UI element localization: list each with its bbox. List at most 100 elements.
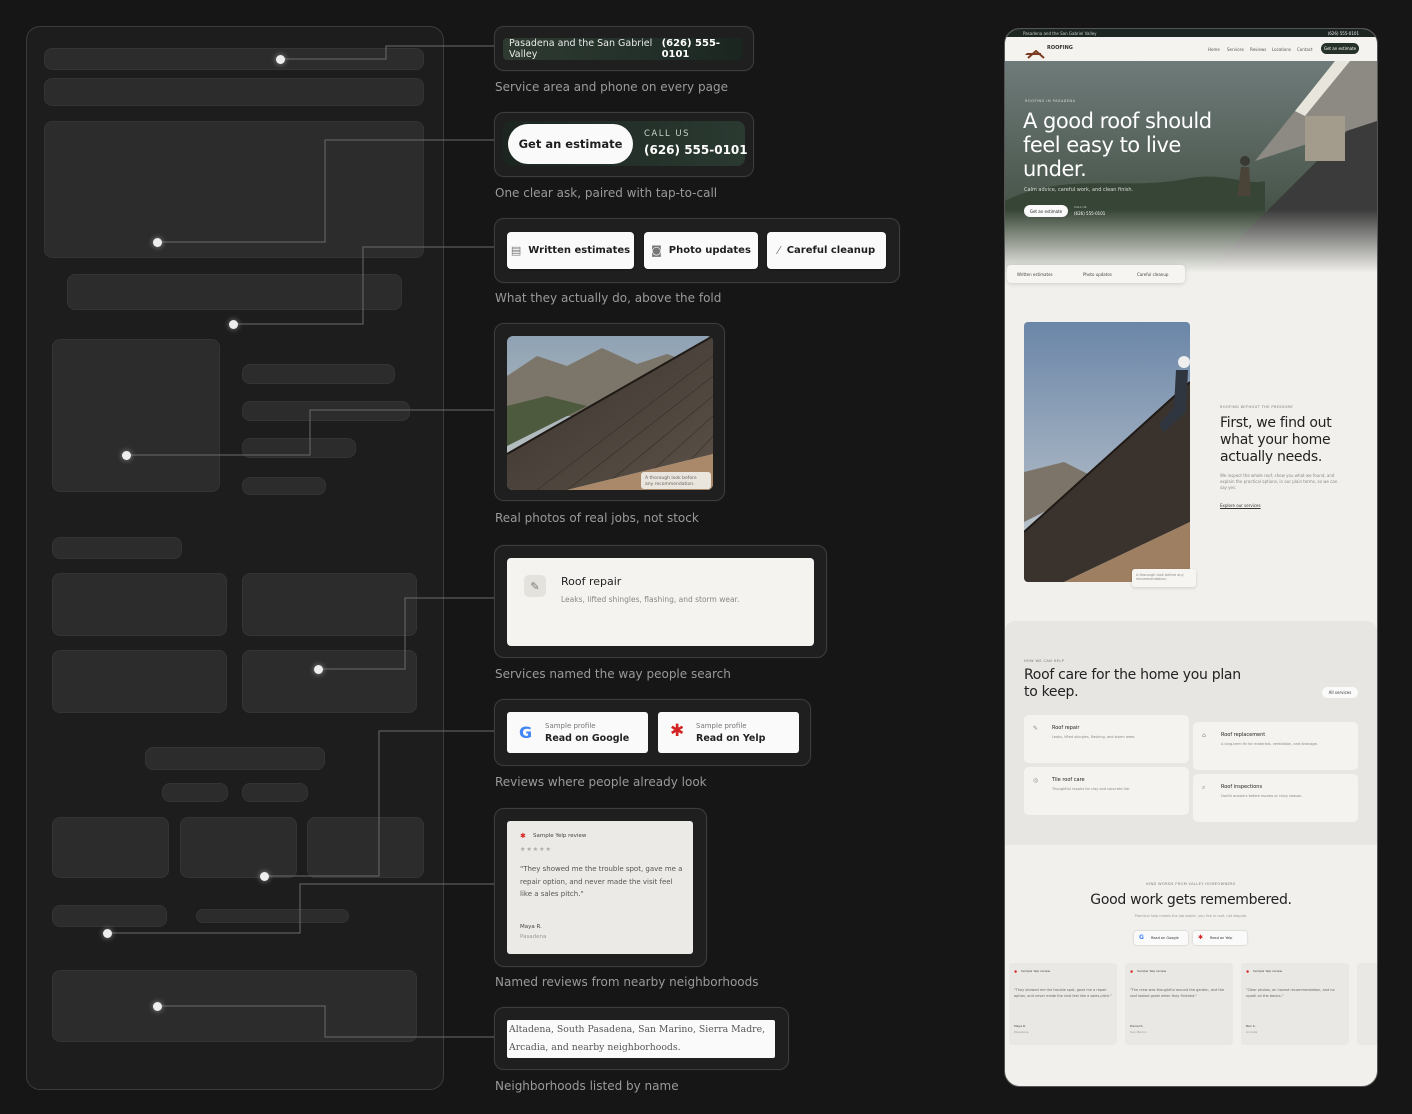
caption: Service area and phone on every page (495, 80, 728, 94)
camera-icon: ◙ (651, 244, 662, 257)
cta-callout: Get an estimate CALL US (626) 555-0101 (494, 112, 754, 177)
nav-link[interactable]: Locations (1272, 47, 1291, 52)
explore-services-link[interactable]: Explore our services (1220, 503, 1261, 508)
photo-caption-overlay: A thorough look before any recommendatio… (645, 476, 697, 487)
review-quote: "They showed me the trouble spot, gave m… (520, 865, 683, 898)
preview-review-card-partial (1357, 963, 1377, 1045)
google-review-link[interactable]: G Sample profile Read on Google (507, 712, 648, 753)
caption: Services named the way people search (495, 667, 731, 681)
about-headline: First, we find out what your home actual… (1220, 415, 1332, 465)
wire-topbar (44, 48, 424, 70)
tile-icon: ◎ (1033, 777, 1039, 784)
wire-heading (145, 747, 325, 770)
wire-service-card (52, 573, 227, 636)
wire-hero (44, 121, 424, 258)
preview-phone[interactable]: (626) 555-0101 (1328, 31, 1359, 36)
preview-service-card[interactable]: ◎ Tile roof care Thoughtful repairs for … (1024, 767, 1189, 815)
service-card[interactable]: ✎ Roof repair Leaks, lifted shingles, fl… (507, 558, 814, 646)
preview-yelp-link[interactable]: ✱ Read on Yelp (1193, 931, 1247, 945)
preview-service-desc: Useful answers before escrow or rainy se… (1221, 794, 1303, 798)
nav-estimate-button[interactable]: Get an estimate (1321, 43, 1359, 54)
hero-feature-chip: Careful cleanup (1137, 272, 1169, 277)
about-eyebrow: ROOFING WITHOUT THE PRESSURE (1220, 405, 1293, 409)
hero-feature-strip: Written estimates Photo updates Careful … (1007, 265, 1185, 283)
feature-label: Written estimates (528, 245, 631, 256)
roof-photo (507, 336, 713, 490)
caption: Reviews where people already look (495, 775, 707, 789)
wire-text-line (242, 364, 395, 384)
nav-link[interactable]: Contact (1297, 47, 1313, 52)
hero-estimate-button[interactable]: Get an estimate (1024, 205, 1068, 217)
yelp-icon: ✱ (1014, 969, 1018, 974)
read-on-yelp-label: Read on Yelp (696, 733, 766, 744)
google-icon: G (1139, 934, 1144, 941)
logo-text: ROOFING (1047, 45, 1073, 51)
caption: One clear ask, paired with tap-to-call (495, 186, 718, 200)
connector-dot (259, 871, 269, 881)
connector-dot (152, 237, 162, 247)
preview-review-quote: "Clear photos, an honest recommendation,… (1246, 988, 1335, 998)
neighborhoods-text: Altadena, South Pasadena, San Marino, Si… (507, 1020, 775, 1058)
hero-feature-chip: Photo updates (1083, 272, 1112, 277)
service-area-text: Pasadena and the San Gabriel Valley (509, 38, 653, 60)
neighborhoods-callout: Altadena, South Pasadena, San Marino, Si… (494, 1007, 789, 1070)
topbar-preview: Pasadena and the San Gabriel Valley (626… (503, 38, 743, 60)
wire-review-card (307, 817, 424, 878)
features-callout: ▤ Written estimates ◙ Photo updates ⁄ Ca… (494, 218, 900, 283)
phone-link[interactable]: (626) 555-0101 (662, 38, 737, 60)
review-card: ✱ Sample Yelp review ★★★★★ "They showed … (507, 821, 693, 954)
hero-feature-chip: Written estimates (1017, 272, 1053, 277)
call-phone-link[interactable]: (626) 555-0101 (644, 143, 748, 157)
services-headline: Roof care for the home you plan to keep. (1024, 667, 1241, 700)
wrench-icon: ✎ (524, 575, 546, 597)
caption: What they actually do, above the fold (495, 291, 722, 305)
wire-review-card (180, 817, 297, 878)
preview-service-title: Roof repair (1052, 725, 1080, 731)
nav-link[interactable]: Reviews (1250, 47, 1266, 52)
wire-text-line (242, 477, 326, 495)
wire-footer (52, 970, 417, 1042)
review-source: Sample Yelp review (533, 833, 587, 839)
yelp-icon: ✱ (670, 721, 685, 741)
wire-heading (52, 537, 182, 559)
get-estimate-button[interactable]: Get an estimate (508, 124, 633, 164)
hero-call-phone[interactable]: (626) 555-0101 (1074, 211, 1105, 216)
preview-review-quote: "They showed me the trouble spot, gave m… (1014, 988, 1112, 998)
nav-link[interactable]: Home (1208, 47, 1220, 52)
yelp-icon: ✱ (1198, 934, 1204, 941)
preview-review-card: ✱ Sample Yelp review "They showed me the… (1009, 963, 1117, 1045)
services-eyebrow: HOW WE CAN HELP (1024, 659, 1065, 663)
nav-link[interactable]: Services (1227, 47, 1244, 52)
preview-service-card[interactable]: ✎ Roof repair Leaks, lifted shingles, fl… (1024, 715, 1189, 763)
preview-review-card: ✱ Sample Yelp review "Clear photos, an h… (1241, 963, 1349, 1045)
yelp-icon: ✱ (520, 832, 526, 840)
wire-nav (44, 78, 424, 106)
preview-review-source: Sample Yelp review (1137, 969, 1167, 973)
preview-review-location: Pasadena (1014, 1030, 1029, 1034)
review-author: Maya R. (520, 924, 542, 930)
preview-service-desc: Thoughtful repairs for clay and concrete… (1052, 787, 1131, 791)
about-photo-caption: A thorough look before any recommendatio… (1132, 569, 1196, 587)
hero-headline: A good roof should feel easy to live und… (1023, 109, 1212, 181)
wire-photo (52, 339, 220, 492)
preview-service-card[interactable]: ⌂ Roof replacement A long-term fix for m… (1193, 722, 1358, 770)
preview-review-location: Arcadia (1246, 1030, 1258, 1034)
review-links-callout: G Sample profile Read on Google ✱ Sample… (494, 699, 811, 766)
reviews-eyebrow: KIND WORDS FROM VALLEY HOMEOWNERS (1146, 882, 1236, 886)
connector-dot (275, 54, 285, 64)
preview-service-card[interactable]: ⌕ Roof inspections Useful answers before… (1193, 774, 1358, 822)
sample-profile-label: Sample profile (545, 722, 596, 730)
document-icon: ▤ (510, 244, 522, 257)
wrench-icon: ✎ (1033, 725, 1039, 732)
hero-eyebrow: ROOFING IN PASADENA (1025, 99, 1076, 103)
preview-google-link[interactable]: G Read on Google (1134, 931, 1188, 945)
wire-review-card (52, 817, 169, 878)
preview-nav: ROOFING Home Services Reviews Locations … (1005, 37, 1377, 61)
all-services-button[interactable]: All services (1322, 687, 1358, 698)
hero-call-label: CALL US (1074, 205, 1087, 209)
page-preview: Pasadena and the San Gabriel Valley (626… (1004, 28, 1378, 1087)
search-icon: ⌕ (1202, 784, 1206, 791)
yelp-review-link[interactable]: ✱ Sample profile Read on Yelp (658, 712, 799, 753)
connector-dot (313, 664, 323, 674)
wire-feature-strip (67, 274, 402, 310)
